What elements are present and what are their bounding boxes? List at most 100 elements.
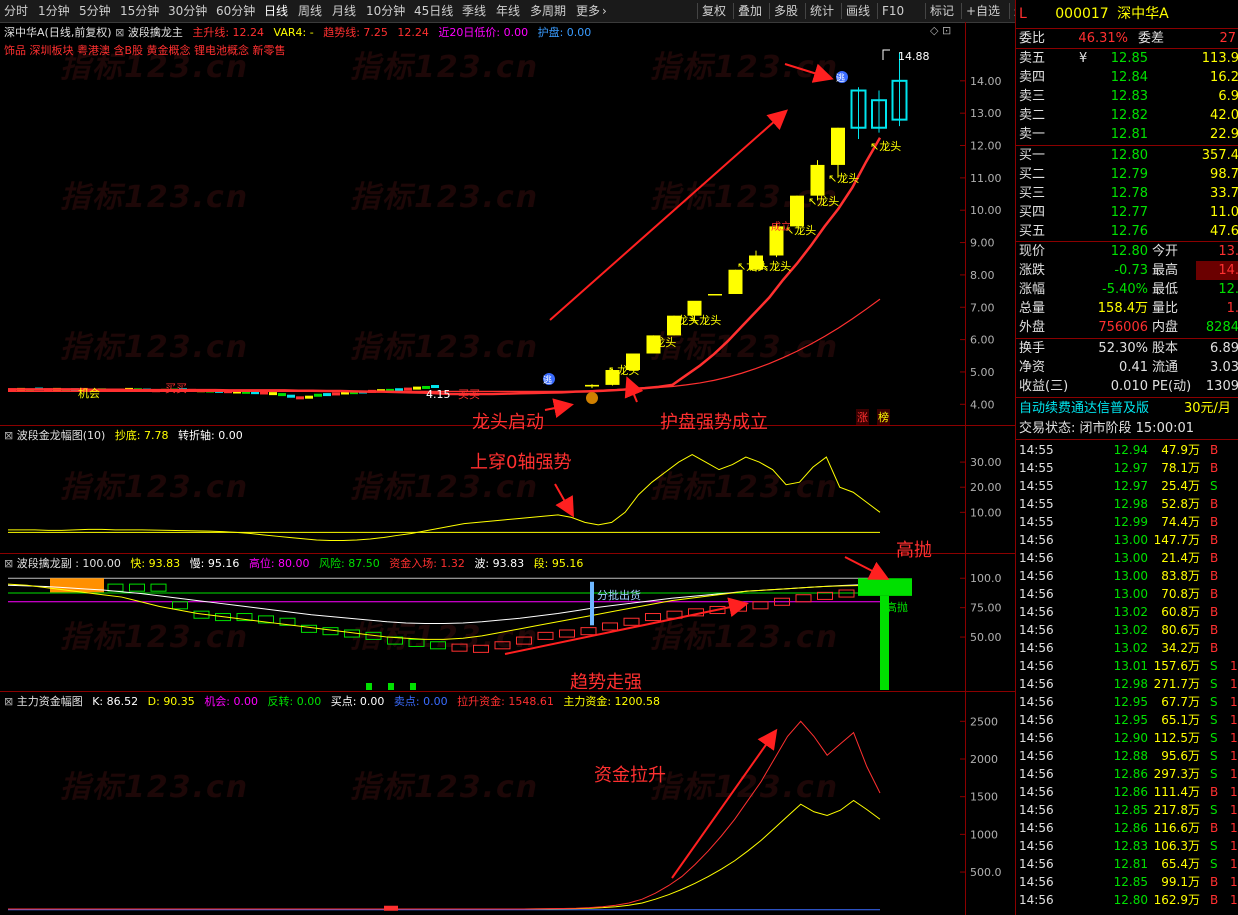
- tick-side: S: [1210, 695, 1218, 709]
- tick-row: 14:56 12.86 297.3万 S 1: [1016, 765, 1238, 783]
- stat-row: 总量 158.4万 量比 1.: [1016, 299, 1238, 318]
- period-10[interactable]: 45日线: [414, 0, 453, 22]
- period-11[interactable]: 季线: [462, 0, 486, 22]
- y-tick-label: 14.00: [970, 75, 1002, 88]
- separator: [1016, 439, 1238, 440]
- sell-volume: 6.9: [1218, 89, 1238, 104]
- pane3-name[interactable]: 波段擒龙副 : 100.00: [17, 557, 121, 570]
- tick-time: 14:56: [1019, 749, 1054, 763]
- annotation-arrow: [549, 109, 788, 321]
- tick-volume: 157.6万: [1153, 659, 1200, 673]
- period-8[interactable]: 月线: [332, 0, 356, 22]
- action-1[interactable]: 叠加: [738, 0, 762, 22]
- tick-time: 14:56: [1019, 767, 1054, 781]
- period-6[interactable]: 日线: [264, 0, 288, 22]
- period-3[interactable]: 15分钟: [120, 0, 159, 22]
- period-7[interactable]: 周线: [298, 0, 322, 22]
- action-7[interactable]: +自选: [966, 0, 1000, 22]
- dropdown-icon[interactable]: ⊠: [115, 26, 128, 39]
- kuai-label: 快: 93.83: [130, 557, 181, 570]
- pane2-name[interactable]: 波段金龙幅图(10): [17, 429, 106, 442]
- candle-flat: [332, 392, 340, 396]
- stat-label: 最低: [1152, 282, 1179, 297]
- ad-row[interactable]: 自动续费通达信普及版 30元/月: [1016, 399, 1238, 418]
- tick-price: 12.81: [1113, 857, 1148, 871]
- pane2-menu-icon[interactable]: ⊠: [4, 429, 17, 442]
- buy-price: 12.77: [1110, 205, 1148, 220]
- period-9[interactable]: 10分钟: [366, 0, 405, 22]
- y-tick-label: 5.00: [970, 366, 995, 379]
- longtou-signal: ↖龙头: [870, 140, 901, 153]
- buy-label: 买三: [1019, 186, 1046, 201]
- stat-label: 净资: [1019, 360, 1046, 375]
- period-14[interactable]: 更多: [576, 0, 600, 22]
- tao-label: 逃: [836, 72, 845, 84]
- action-2[interactable]: 多股: [774, 0, 798, 22]
- period-0[interactable]: 分时: [4, 0, 28, 22]
- tick-row: 14:56 12.88 95.6万 S 1: [1016, 747, 1238, 765]
- lasheng-label: 拉升资金: 1548.61: [457, 695, 554, 708]
- more-arrow-icon[interactable]: ›: [602, 0, 607, 22]
- pane4-menu-icon[interactable]: ⊠: [4, 695, 17, 708]
- sell-row: 卖四 12.84 16.2: [1016, 68, 1238, 87]
- tick-volume: 67.7万: [1161, 695, 1200, 709]
- period-1[interactable]: 1分钟: [38, 0, 70, 22]
- pane-settings-icon[interactable]: ◇ ⊡: [930, 24, 951, 37]
- ad-price[interactable]: 30元/月: [1184, 399, 1231, 418]
- toolbar-separator: [877, 3, 878, 19]
- zhang-badge: 涨: [856, 409, 869, 425]
- sell-volume: 42.0: [1210, 108, 1238, 123]
- period-2[interactable]: 5分钟: [79, 0, 111, 22]
- tick-time: 14:56: [1019, 695, 1054, 709]
- var4-label: VAR4: -: [273, 26, 314, 39]
- action-3[interactable]: 统计: [810, 0, 834, 22]
- tick-extra: 1: [1230, 803, 1238, 817]
- annotation-arrow: [554, 483, 574, 518]
- stat-value: 13.: [1218, 244, 1238, 259]
- jihui-signal: 机会: [78, 387, 100, 400]
- box-bar: [150, 583, 167, 592]
- tick-price: 13.02: [1113, 623, 1148, 637]
- ad-text[interactable]: 自动续费通达信普及版: [1019, 399, 1149, 418]
- tick-volume: 80.6万: [1161, 623, 1200, 637]
- period-5[interactable]: 60分钟: [216, 0, 255, 22]
- action-0[interactable]: 复权: [702, 0, 726, 22]
- fenpi-bar: [590, 581, 594, 626]
- action-4[interactable]: 画线: [846, 0, 870, 22]
- tick-row: 14:56 12.85 99.1万 B 1: [1016, 873, 1238, 891]
- stat-value: 158.4万: [1097, 301, 1148, 316]
- period-4[interactable]: 30分钟: [168, 0, 207, 22]
- tick-time: 14:56: [1019, 677, 1054, 691]
- tick-side: B: [1210, 533, 1219, 547]
- tick-row: 14:55 12.94 47.9万 B: [1016, 441, 1238, 459]
- indicator-name[interactable]: 波段擒龙主: [128, 26, 183, 39]
- pane3-menu-icon[interactable]: ⊠: [4, 557, 17, 570]
- pane4-name[interactable]: 主力资金幅图: [17, 695, 83, 708]
- buy-price: 12.80: [1110, 148, 1148, 163]
- zijin-block: [366, 683, 372, 690]
- stat-label: 外盘: [1019, 320, 1046, 335]
- annotation-shangchuan: 上穿0轴强势: [470, 452, 572, 473]
- action-6[interactable]: 标记: [930, 0, 954, 22]
- stat-value: 1.: [1226, 301, 1238, 316]
- tick-extra: 1: [1230, 857, 1238, 871]
- period-12[interactable]: 年线: [496, 0, 520, 22]
- tick-price: 12.85: [1113, 803, 1148, 817]
- maimai-signal-2: 买买: [458, 388, 480, 401]
- sell-row: 卖三 12.83 6.9: [1016, 87, 1238, 106]
- y-tick-label: 11.00: [970, 172, 1002, 185]
- pane-divider: [0, 691, 1015, 692]
- maidian2-label: 卖点: 0.00: [393, 695, 448, 708]
- tick-side: B: [1210, 443, 1219, 457]
- sell-row: 卖二 12.82 42.0: [1016, 106, 1238, 125]
- tick-row: 14:56 12.86 116.6万 B 1: [1016, 819, 1238, 837]
- candle-body: [585, 384, 599, 387]
- tick-row: 14:56 12.86 111.4万 B 1: [1016, 783, 1238, 801]
- y-tick-label: 75.00: [970, 602, 1002, 615]
- candle-flat: [404, 387, 412, 391]
- tick-time: 14:56: [1019, 821, 1054, 835]
- candle-body: [831, 127, 845, 165]
- candle-flat: [269, 392, 277, 396]
- action-5[interactable]: F10: [882, 0, 904, 22]
- period-13[interactable]: 多周期: [530, 0, 566, 22]
